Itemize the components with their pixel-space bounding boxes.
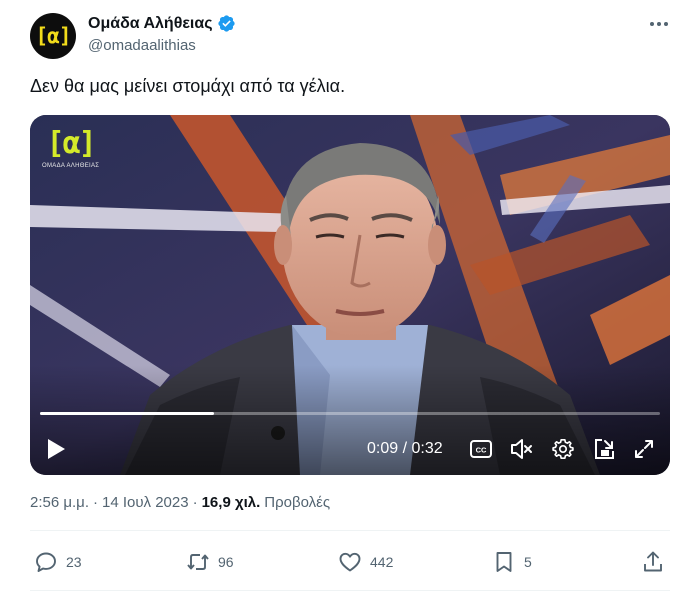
tweet-time[interactable]: 2:56 μ.μ. <box>30 494 89 511</box>
video-player[interactable]: [α] ΟΜΑΔΑ ΑΛΗΘΕΙΑΣ 0:09 / 0:32 CC <box>30 115 670 475</box>
tweet-text: Δεν θα μας μείνει στομάχι από τα γέλια. <box>30 76 346 96</box>
retweet-button[interactable]: 96 <box>186 544 234 580</box>
verified-badge-icon <box>217 15 235 32</box>
tweet-card: [α] Ομάδα Αλήθειας @omadaalithias Δεν θα… <box>0 0 700 600</box>
picture-in-picture-icon <box>595 439 614 459</box>
video-frame <box>30 115 670 475</box>
fullscreen-button[interactable] <box>631 431 657 467</box>
views-count: 16,9 χιλ. <box>201 494 261 511</box>
tweet-date[interactable]: 14 Ιουλ 2023 <box>102 494 189 511</box>
author-name-row: Ομάδα Αλήθειας <box>88 14 236 33</box>
like-count: 442 <box>370 554 394 570</box>
play-icon <box>48 439 65 459</box>
share-icon <box>644 551 662 572</box>
fullscreen-icon <box>635 440 653 458</box>
share-button[interactable] <box>641 544 665 580</box>
settings-gear-icon <box>552 439 574 459</box>
mute-button[interactable] <box>508 431 536 467</box>
divider <box>30 530 670 531</box>
closed-captions-icon: CC <box>470 440 492 458</box>
reply-icon <box>36 552 56 572</box>
meta-separator: · <box>92 494 98 511</box>
reply-count: 23 <box>66 554 82 570</box>
bookmark-icon <box>496 552 512 572</box>
channel-logo: [α] ΟΜΑΔΑ ΑΛΗΘΕΙΑΣ <box>42 126 100 170</box>
heart-icon <box>339 552 361 572</box>
volume-muted-icon <box>511 439 532 459</box>
retweet-count: 96 <box>218 554 234 570</box>
meta-separator: · <box>192 494 198 511</box>
video-progress-bar[interactable] <box>40 412 660 415</box>
play-button[interactable] <box>42 431 70 467</box>
tweet-action-bar: 23 96 442 5 <box>0 544 700 580</box>
bookmark-count: 5 <box>524 554 532 570</box>
retweet-icon <box>187 554 209 570</box>
avatar[interactable]: [α] <box>30 13 76 59</box>
tweet-meta: 2:56 μ.μ. · 14 Ιουλ 2023 · 16,9 χιλ. Προ… <box>30 494 330 511</box>
channel-logo-mark: [α] <box>46 126 97 161</box>
like-button[interactable]: 442 <box>338 544 393 580</box>
reply-button[interactable]: 23 <box>34 544 82 580</box>
picture-in-picture-button[interactable] <box>591 431 617 467</box>
more-options-icon[interactable] <box>646 16 672 32</box>
svg-text:CC: CC <box>476 446 487 455</box>
views-label: Προβολές <box>264 494 331 511</box>
bookmark-button[interactable]: 5 <box>492 544 532 580</box>
author-display-name[interactable]: Ομάδα Αλήθειας <box>88 15 213 33</box>
video-settings-button[interactable] <box>550 431 576 467</box>
video-controls: 0:09 / 0:32 CC <box>30 431 670 467</box>
divider <box>30 590 670 591</box>
captions-button[interactable]: CC <box>468 431 494 467</box>
video-progress-fill <box>40 412 214 415</box>
author-handle[interactable]: @omadaalithias <box>88 37 196 54</box>
video-time-display: 0:09 / 0:32 <box>367 440 443 457</box>
avatar-logo-mark: [α] <box>35 24 72 48</box>
channel-logo-name: ΟΜΑΔΑ ΑΛΗΘΕΙΑΣ <box>42 163 100 169</box>
